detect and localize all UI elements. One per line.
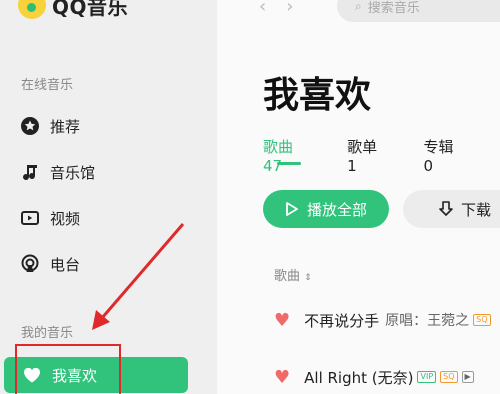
annotation-highlight-box [15, 344, 121, 394]
annotation-arrow [92, 223, 185, 330]
